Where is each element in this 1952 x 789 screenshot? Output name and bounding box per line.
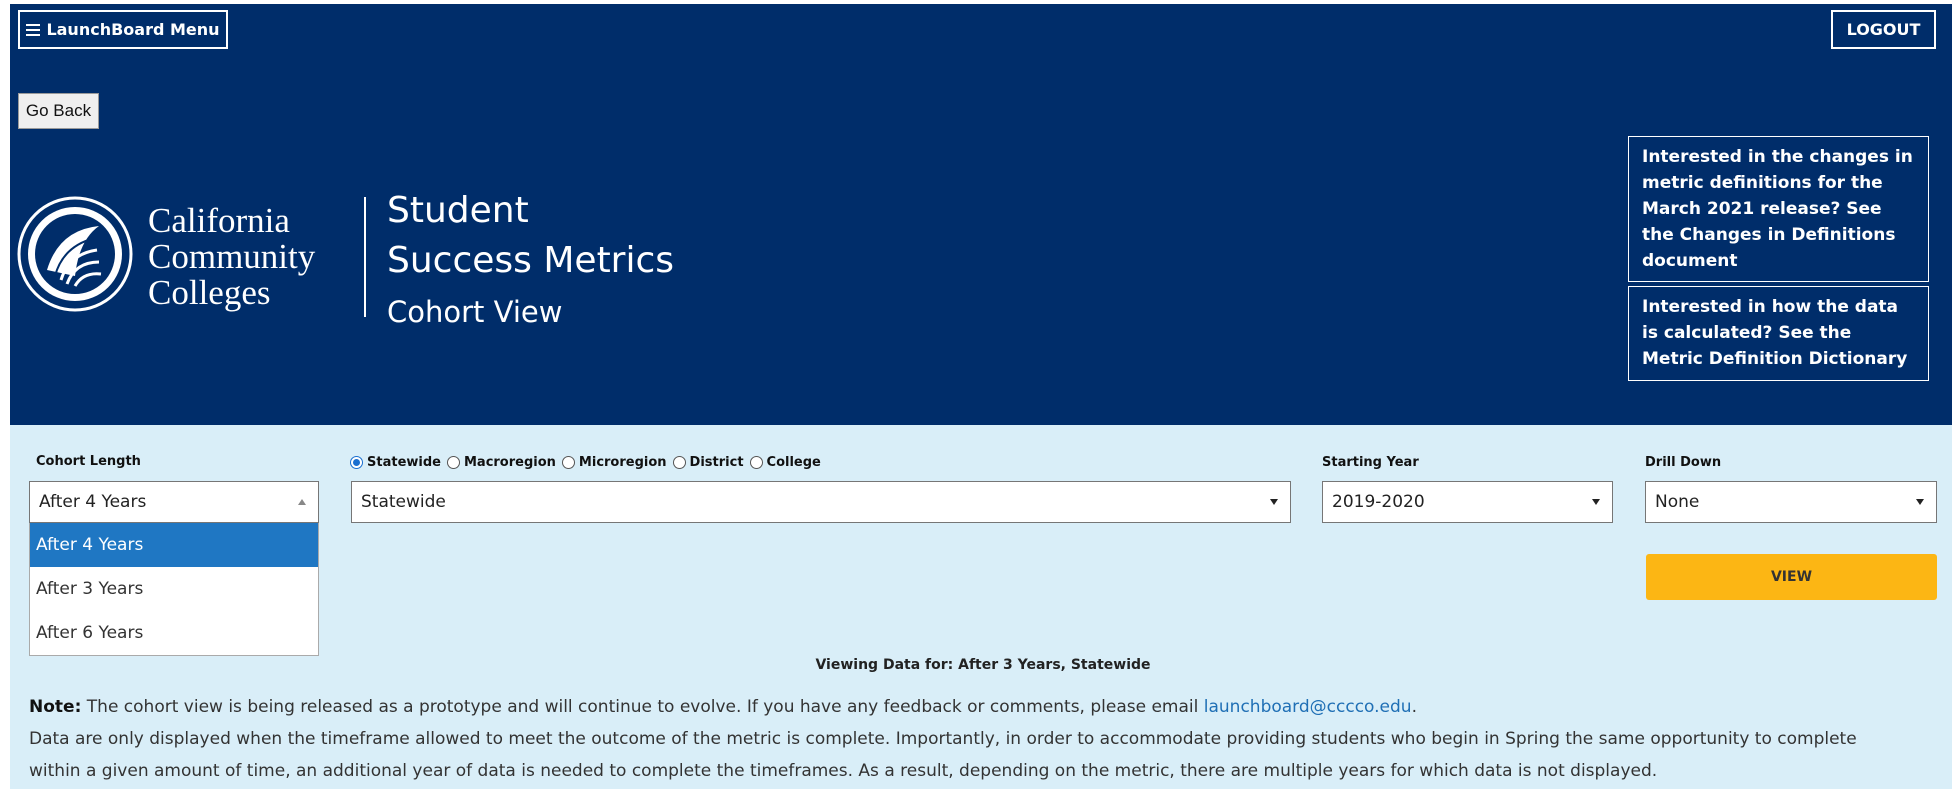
college-seal-icon <box>17 196 133 312</box>
radio-button-icon <box>749 456 763 469</box>
radio-button-icon <box>446 456 460 469</box>
logo-line-1: California <box>148 201 290 240</box>
radio-macroregion-label: Macroregion <box>463 455 556 470</box>
feedback-email-link[interactable]: launchboard@cccco.edu <box>1204 697 1412 717</box>
cohort-length-value: After 4 Years <box>39 492 147 512</box>
cohort-length-label: Cohort Length <box>36 454 141 469</box>
radio-district[interactable]: District <box>672 455 744 470</box>
page-subtitle: Cohort View <box>387 295 563 329</box>
viewing-data-status: Viewing Data for: After 3 Years, Statewi… <box>815 657 1151 673</box>
radio-button-checked-icon <box>350 456 363 469</box>
data-display-note-line-1: Data are only displayed when the timefra… <box>29 729 1857 749</box>
chevron-down-icon <box>1592 499 1600 505</box>
geography-value: Statewide <box>361 492 446 512</box>
radio-button-icon <box>672 456 686 469</box>
note-text: The cohort view is being released as a p… <box>81 697 1204 717</box>
changes-in-definitions-link[interactable]: Interested in the changes in metric defi… <box>1628 136 1929 282</box>
radio-macroregion[interactable]: Macroregion <box>446 455 556 470</box>
radio-statewide-label: Statewide <box>367 455 441 470</box>
launchboard-menu-label: LaunchBoard Menu <box>46 20 220 39</box>
radio-statewide[interactable]: Statewide <box>350 455 441 470</box>
dropdown-option-after-3-years[interactable]: After 3 Years <box>30 567 318 611</box>
starting-year-label: Starting Year <box>1322 455 1419 470</box>
logo-line-2: Community <box>148 237 316 276</box>
chevron-up-icon <box>298 499 306 505</box>
geography-radio-group: Statewide Macroregion Microregion Distri… <box>350 455 827 470</box>
radio-microregion-label: Microregion <box>578 455 667 470</box>
title-line-2: Success Metrics <box>387 240 675 281</box>
page-title: Student Success Metrics Cohort View <box>387 186 674 334</box>
hamburger-icon <box>26 23 41 36</box>
title-line-1: Student <box>387 190 529 231</box>
prototype-note: Note: The cohort view is being released … <box>29 691 1939 723</box>
chevron-down-icon <box>1916 499 1924 505</box>
launchboard-menu-button[interactable]: LaunchBoard Menu <box>18 10 228 49</box>
metric-dictionary-link[interactable]: Interested in how the data is calculated… <box>1628 286 1929 381</box>
geography-select[interactable]: Statewide <box>351 481 1291 523</box>
drill-down-value: None <box>1655 492 1700 512</box>
logo-divider <box>364 197 366 317</box>
dropdown-option-after-6-years[interactable]: After 6 Years <box>30 611 318 655</box>
radio-college[interactable]: College <box>749 455 821 470</box>
drill-down-label: Drill Down <box>1645 455 1722 470</box>
logout-button[interactable]: LOGOUT <box>1831 10 1936 49</box>
logo-line-3: Colleges <box>148 273 271 312</box>
chevron-down-icon <box>1270 499 1278 505</box>
go-back-button[interactable]: Go Back <box>18 93 99 129</box>
radio-college-label: College <box>766 455 821 470</box>
radio-button-icon <box>561 456 575 469</box>
cohort-length-dropdown: After 4 Years After 3 Years After 6 Year… <box>29 523 319 656</box>
cohort-length-select[interactable]: After 4 Years <box>29 481 319 523</box>
data-display-note-line-2: within a given amount of time, an additi… <box>29 761 1658 781</box>
note-label: Note: <box>29 697 82 717</box>
notes-section: Note: The cohort view is being released … <box>29 691 1939 787</box>
radio-district-label: District <box>689 455 744 470</box>
starting-year-select[interactable]: 2019-2020 <box>1322 481 1613 523</box>
college-logo-text: California Community Colleges <box>148 203 315 311</box>
drill-down-select[interactable]: None <box>1645 481 1937 523</box>
note-end: . <box>1411 697 1417 717</box>
radio-microregion[interactable]: Microregion <box>561 455 667 470</box>
view-button[interactable]: VIEW <box>1646 554 1937 600</box>
dropdown-option-after-4-years[interactable]: After 4 Years <box>30 523 318 567</box>
starting-year-value: 2019-2020 <box>1332 492 1425 512</box>
